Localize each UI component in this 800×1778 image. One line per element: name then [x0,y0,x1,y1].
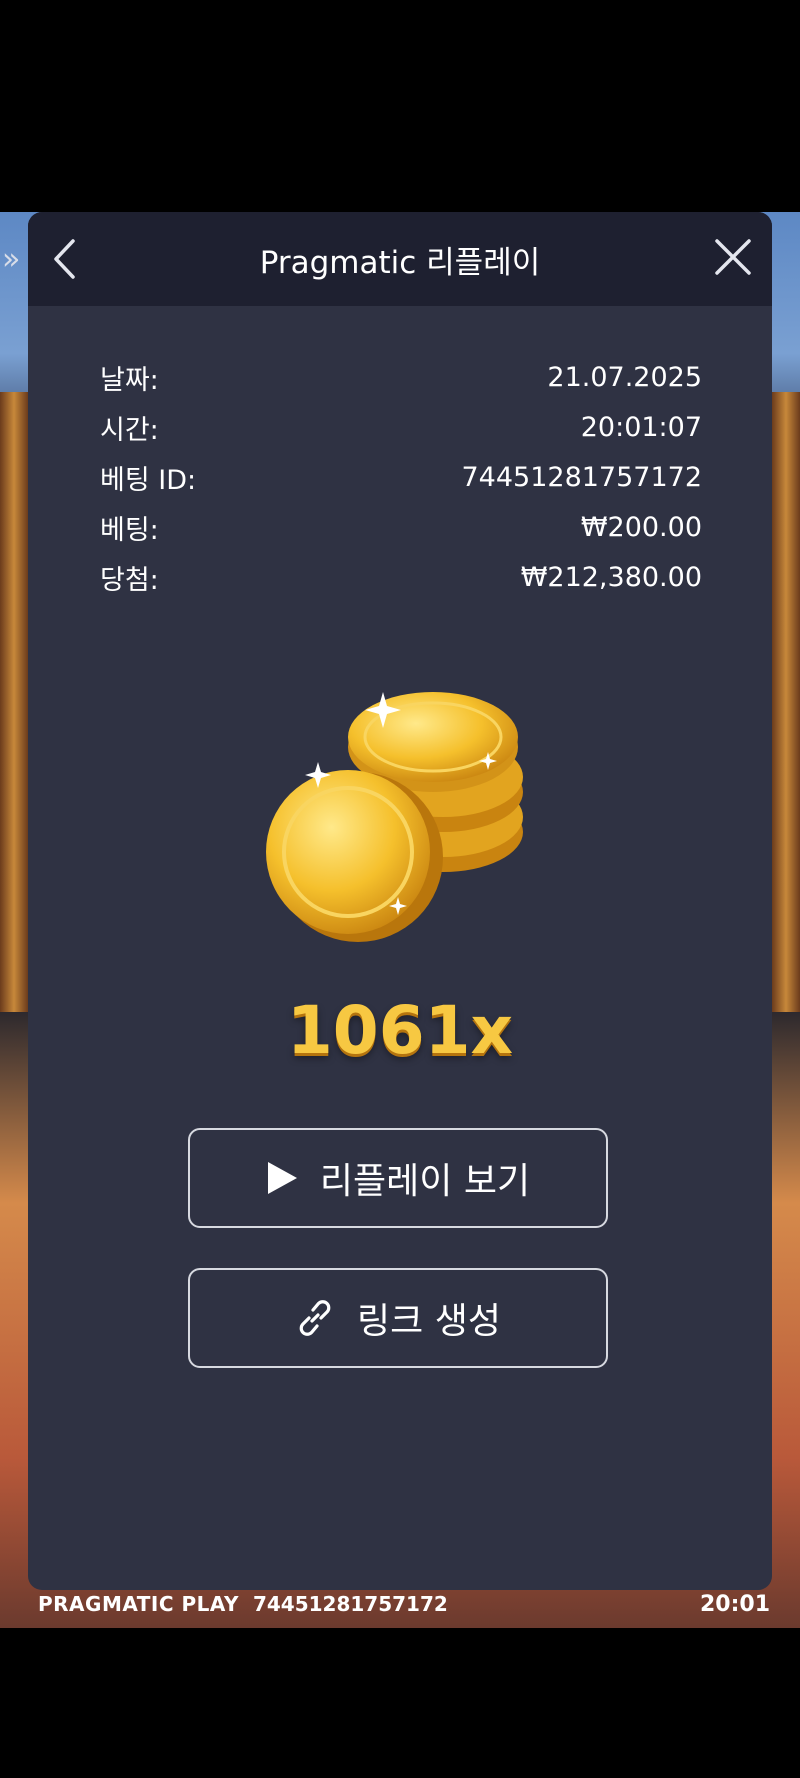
back-button[interactable] [42,234,86,284]
detail-value: ₩200.00 [580,511,702,543]
detail-row-date: 날짜: 21.07.2025 [100,352,702,402]
detail-label: 베팅 ID: [100,464,197,496]
view-replay-button[interactable]: 리플레이 보기 [188,1128,608,1228]
view-replay-label: 리플레이 보기 [319,1161,531,1202]
footer-bet-id: 74451281757172 [252,1592,448,1616]
gold-coins-icon [258,682,558,982]
bet-details: 날짜: 21.07.2025 시간: 20:01:07 베팅 ID: 74451… [100,352,702,602]
detail-value: 74451281757172 [461,461,703,493]
reel-frame-left [0,392,28,1012]
modal-header: Pragmatic 리플레이 [28,212,772,306]
link-icon [295,1298,335,1338]
detail-label: 시간: [100,414,159,446]
close-icon [715,239,751,275]
create-link-button[interactable]: 링크 생성 [188,1268,608,1368]
detail-label: 당첨: [100,564,159,596]
detail-row-bet: 베팅: ₩200.00 [100,502,702,552]
expand-chevron-icon[interactable]: » [2,242,20,277]
detail-row-win: 당첨: ₩212,380.00 [100,552,702,602]
modal-title: Pragmatic 리플레이 [259,244,541,281]
replay-modal: Pragmatic 리플레이 날짜: 21.07.2025 시간: 20:01:… [28,212,772,1590]
create-link-label: 링크 생성 [357,1301,501,1342]
reel-frame-right [772,392,800,1012]
detail-row-bet-id: 베팅 ID: 74451281757172 [100,452,702,502]
footer-brand: PRAGMATIC PLAY [38,1592,239,1616]
close-button[interactable] [708,232,758,282]
chevron-left-icon [54,239,75,279]
detail-label: 날짜: [100,364,159,396]
detail-label: 베팅: [100,514,159,546]
win-multiplier: 1061x [286,992,514,1069]
footer-time: 20:01 [699,1591,770,1617]
detail-value: ₩212,380.00 [520,561,702,593]
detail-value: 21.07.2025 [547,361,702,393]
play-icon [266,1161,298,1195]
detail-value: 20:01:07 [580,411,702,443]
detail-row-time: 시간: 20:01:07 [100,402,702,452]
